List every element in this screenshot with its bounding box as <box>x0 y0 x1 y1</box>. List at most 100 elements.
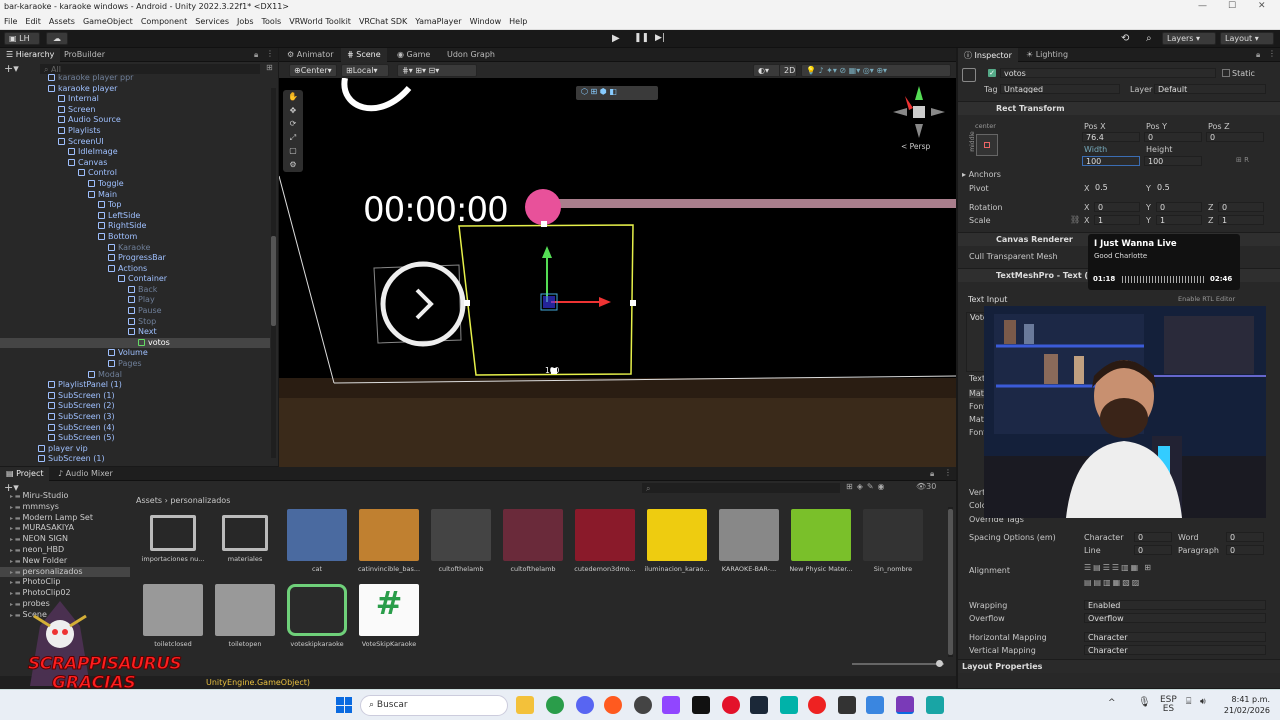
unity-hub-icon[interactable] <box>838 696 856 714</box>
vmapping-dropdown[interactable]: Character <box>1084 645 1266 655</box>
menu-window[interactable]: Window <box>466 14 506 26</box>
minimize-icon[interactable]: — <box>1198 1 1207 11</box>
hierarchy-scrollbar[interactable] <box>271 88 276 458</box>
rot-x-input[interactable]: 0 <box>1094 202 1140 212</box>
asset-item[interactable]: KARAOKE-BAR-... <box>716 509 782 573</box>
hierarchy-item[interactable]: Toggle <box>0 179 270 190</box>
account-dropdown[interactable]: ▣ LH <box>4 32 40 45</box>
asset-item[interactable]: cutedemon3dmo... <box>572 509 638 573</box>
firefox-icon[interactable] <box>604 696 622 714</box>
horizontal-alignment-buttons[interactable]: ☰▤☰☰▥▦ ⊞ <box>1084 563 1178 574</box>
folder-item[interactable]: ▸ ▬ PhotoClip <box>0 577 130 588</box>
rot-z-input[interactable]: 0 <box>1218 202 1264 212</box>
folder-item[interactable]: ▸ ▬ New Folder <box>0 556 130 567</box>
hierarchy-item[interactable]: SubScreen (5) <box>0 433 270 444</box>
asset-item[interactable]: toiletopen <box>212 584 278 648</box>
folder-item[interactable]: ▸ ▬ MURASAKIYA <box>0 523 130 534</box>
hierarchy-item[interactable]: SubScreen (4) <box>0 423 270 434</box>
asset-item[interactable]: Sin_nombre <box>860 509 926 573</box>
opera-icon[interactable] <box>722 696 740 714</box>
hierarchy-item[interactable]: karaoke player <box>0 84 270 95</box>
overflow-dropdown[interactable]: Overflow <box>1084 613 1266 623</box>
rot-y-input[interactable]: 0 <box>1156 202 1202 212</box>
hierarchy-item[interactable]: Back <box>0 285 270 296</box>
project-filter-icons[interactable]: ⊞◈✎◉ <box>846 482 889 491</box>
anchors-foldout[interactable]: ▸ Anchors <box>962 170 1001 179</box>
hierarchy-item[interactable]: Modal <box>0 370 270 381</box>
hierarchy-item[interactable]: Actions <box>0 264 270 275</box>
hierarchy-item[interactable]: Bottom <box>0 232 270 243</box>
hierarchy-item[interactable]: ProgressBar <box>0 253 270 264</box>
progress-knob[interactable] <box>525 189 561 225</box>
hierarchy-item[interactable]: Pause <box>0 306 270 317</box>
tab-audio-mixer[interactable]: ♪ Audio Mixer <box>52 467 119 481</box>
project-kebab-icon[interactable]: ⋮ <box>944 468 952 477</box>
scene-viewport[interactable]: 00:00:00 < Persp 100 ⬡ ⊞ ⬢ ◧ ✋ ✥ ⟳ ⤢ ▢ ⚙ <box>279 78 956 467</box>
notepad-icon[interactable] <box>926 696 944 714</box>
wrapping-dropdown[interactable]: Enabled <box>1084 600 1266 610</box>
asset-item[interactable]: importaciones nu... <box>140 509 206 563</box>
menu-tools[interactable]: Tools <box>258 14 286 26</box>
scene-gizmo[interactable] <box>893 86 945 138</box>
tab-project[interactable]: ▤ Project <box>0 467 50 481</box>
grid-snap-tools[interactable]: ⋕▾ ⊞▾ ⊟▾ <box>397 64 477 77</box>
close-icon[interactable]: ✕ <box>1258 1 1266 11</box>
search-icon[interactable]: ⌕ <box>1146 33 1152 44</box>
hierarchy-item[interactable]: Audio Source <box>0 115 270 126</box>
hierarchy-item[interactable]: PlaylistPanel (1) <box>0 380 270 391</box>
windows-start-icon[interactable] <box>336 697 352 713</box>
name-input[interactable]: votos <box>1000 68 1216 78</box>
capcut-icon[interactable] <box>692 696 710 714</box>
menu-yamaplayer[interactable]: YamaPlayer <box>411 14 465 26</box>
history-icon[interactable]: ⟲ <box>1121 33 1129 44</box>
asset-item[interactable]: New Physic Mater... <box>788 509 854 573</box>
asset-item[interactable]: cultofthelamb <box>428 509 494 573</box>
height-input[interactable]: 100 <box>1144 156 1202 166</box>
space-dropdown[interactable]: ⊞Local▾ <box>341 64 389 77</box>
blueprint-raw-buttons[interactable]: ⊞ R <box>1236 156 1266 166</box>
tab-animator[interactable]: ⚙ Animator <box>281 48 340 62</box>
hierarchy-item[interactable]: Karaoke <box>0 243 270 254</box>
hierarchy-item[interactable]: Volume <box>0 348 270 359</box>
play-icon[interactable]: ▶ <box>612 33 626 45</box>
active-checkbox[interactable]: ✓ <box>988 69 996 77</box>
menu-gameobject[interactable]: GameObject <box>79 14 137 26</box>
posy-input[interactable]: 0 <box>1144 132 1202 142</box>
hierarchy-item[interactable]: Playlists <box>0 126 270 137</box>
tab-udon-graph[interactable]: Udon Graph <box>441 48 501 62</box>
hierarchy-item[interactable]: SubScreen (1) <box>0 454 270 465</box>
scale-x-input[interactable]: 1 <box>1094 215 1140 225</box>
hierarchy-item[interactable]: LeftSide <box>0 211 270 222</box>
folder-item[interactable]: ▸ ▬ neon_HBD <box>0 545 130 556</box>
char-spacing-input[interactable]: 0 <box>1134 532 1172 542</box>
tab-scene[interactable]: ⋕ Scene <box>341 48 387 62</box>
hierarchy-item[interactable]: Control <box>0 168 270 179</box>
asset-scrollbar[interactable] <box>948 507 953 657</box>
pause-icon[interactable]: ❚❚ <box>634 33 649 45</box>
menu-help[interactable]: Help <box>505 14 531 26</box>
menu-edit[interactable]: Edit <box>21 14 45 26</box>
scale-y-input[interactable]: 1 <box>1156 215 1202 225</box>
tray-chevron-icon[interactable]: ^ <box>1108 698 1116 708</box>
component-tools-overlay[interactable]: ⬡ ⊞ ⬢ ◧ <box>576 86 658 100</box>
folder-item[interactable]: ▸ ▬ Miru-Studio <box>0 491 130 502</box>
clock[interactable]: 8:41 p.m. 21/02/2026 <box>1216 694 1270 716</box>
persp-label[interactable]: < Persp <box>901 142 930 151</box>
asset-item[interactable]: voteskipkaraoke <box>284 584 350 648</box>
width-input[interactable]: 100 <box>1082 156 1140 166</box>
tab-inspector[interactable]: ⓘ Inspector <box>958 48 1018 62</box>
vscode-icon[interactable] <box>866 696 884 714</box>
folder-item[interactable]: ▸ ▬ personalizados <box>0 566 130 578</box>
static-checkbox[interactable] <box>1222 69 1230 77</box>
posx-input[interactable]: 76.4 <box>1082 132 1140 142</box>
hidden-count-badge[interactable]: 👁︎30 <box>916 482 936 491</box>
filter-icon[interactable]: ⊞ <box>266 63 273 72</box>
volume-icon[interactable]: 🔊︎ <box>1200 697 1206 707</box>
asset-item[interactable]: # VoteSkipKaraoke <box>356 584 422 648</box>
menu-jobs[interactable]: Jobs <box>233 14 258 26</box>
cloud-icon[interactable]: ☁ <box>46 32 68 45</box>
file-explorer-icon[interactable] <box>516 696 534 714</box>
asset-item[interactable]: cultofthelamb <box>500 509 566 573</box>
menu-assets[interactable]: Assets <box>45 14 79 26</box>
menu-vrchat-sdk[interactable]: VRChat SDK <box>355 14 411 26</box>
